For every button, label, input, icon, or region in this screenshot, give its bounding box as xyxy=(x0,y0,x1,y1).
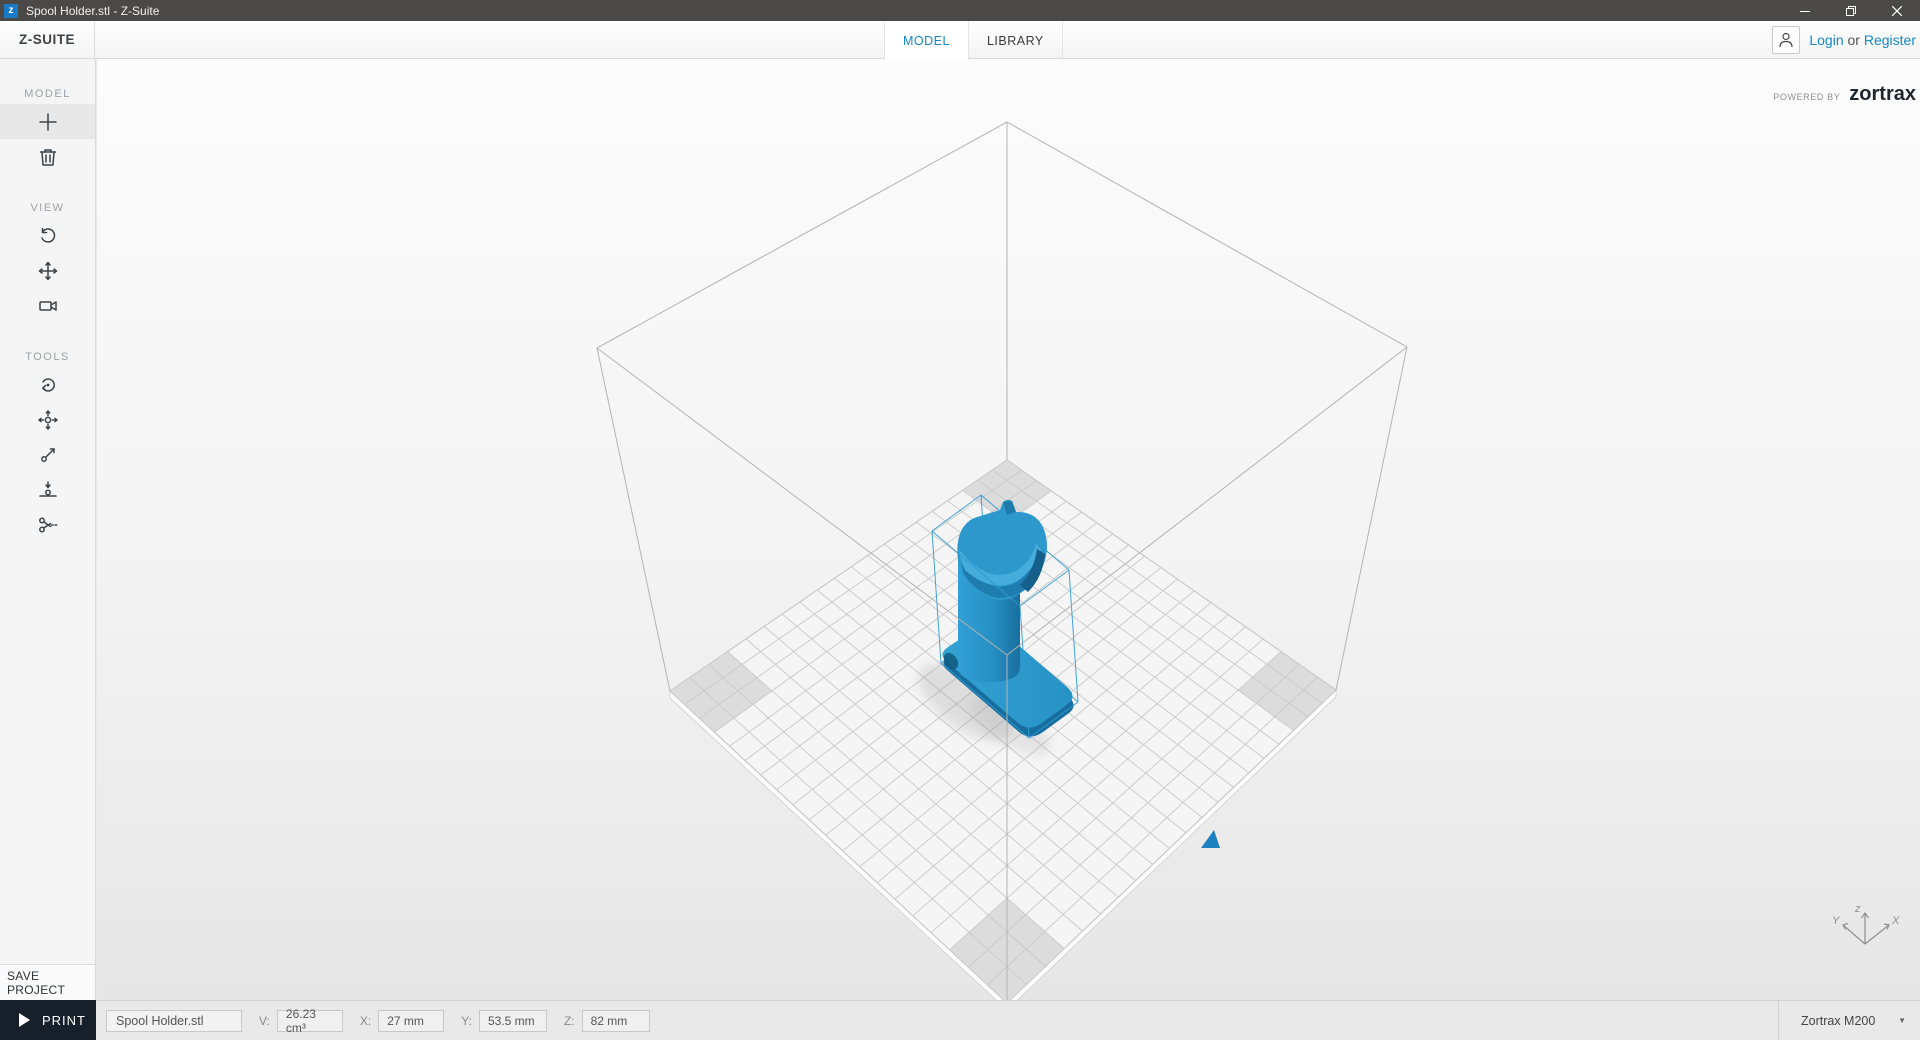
pan-icon xyxy=(36,259,60,283)
tab-model[interactable]: MODEL xyxy=(884,21,968,60)
trash-icon xyxy=(37,146,59,168)
play-icon xyxy=(19,1013,30,1027)
rotate-tool-icon xyxy=(36,373,60,397)
axis-z-label: z xyxy=(1854,903,1861,915)
section-label-tools: TOOLS xyxy=(0,351,95,367)
app-logo-text: Z-SUITE xyxy=(19,32,75,47)
window-title: Spool Holder.stl - Z-Suite xyxy=(26,4,159,18)
axis-indicator: Y z X xyxy=(1832,903,1900,944)
cut-tool-icon xyxy=(36,513,60,537)
section-label-model: MODEL xyxy=(0,88,95,104)
delete-model-button[interactable] xyxy=(0,139,95,174)
login-register: Login or Register xyxy=(1809,32,1916,48)
restore-icon xyxy=(1845,5,1857,17)
scale-tool-icon xyxy=(36,443,60,467)
add-model-button[interactable] xyxy=(0,104,95,139)
main-tabs: MODEL LIBRARY xyxy=(884,21,1063,59)
place-tool-icon xyxy=(36,478,60,502)
scale-tool-button[interactable] xyxy=(0,437,95,472)
close-icon xyxy=(1892,6,1902,16)
place-on-platform-button[interactable] xyxy=(0,472,95,507)
window-titlebar: z Spool Holder.stl - Z-Suite xyxy=(0,0,1920,21)
printer-select[interactable]: Zortrax M200 ▼ xyxy=(1778,1001,1920,1040)
axis-x-label: X xyxy=(1891,915,1900,927)
or-label: or xyxy=(1848,32,1860,48)
cut-tool-button[interactable] xyxy=(0,507,95,542)
y-dim-value: 53.5 mm xyxy=(479,1010,547,1032)
app-icon: z xyxy=(4,4,18,18)
volume-value: 26.23 cm³ xyxy=(277,1010,343,1032)
y-dim-label: Y: xyxy=(461,1014,472,1028)
account-button[interactable] xyxy=(1772,26,1800,54)
print-label: PRINT xyxy=(42,1013,86,1028)
filename-input[interactable] xyxy=(106,1010,242,1032)
status-bar: V: 26.23 cm³ X: 27 mm Y: 53.5 mm Z: 82 m… xyxy=(96,1000,1920,1040)
axis-y-label: Y xyxy=(1832,915,1840,927)
register-link[interactable]: Register xyxy=(1864,32,1916,48)
minimize-icon xyxy=(1800,6,1810,16)
section-label-view: VIEW xyxy=(0,202,95,218)
header: Z-SUITE MODEL LIBRARY Login or Register xyxy=(0,21,1920,59)
move-tool-icon xyxy=(36,408,60,432)
restore-button[interactable] xyxy=(1828,0,1874,21)
print-button[interactable]: PRINT xyxy=(0,1000,96,1040)
chevron-down-icon: ▼ xyxy=(1898,1016,1906,1025)
camera-view-button[interactable] xyxy=(0,288,95,323)
close-button[interactable] xyxy=(1874,0,1920,21)
plus-icon xyxy=(37,111,59,133)
toolbar-sidebar: MODEL VIEW TOOLS xyxy=(0,59,96,964)
pan-view-button[interactable] xyxy=(0,253,95,288)
x-dim-value: 27 mm xyxy=(378,1010,444,1032)
printer-name: Zortrax M200 xyxy=(1801,1014,1875,1028)
save-project-button[interactable]: SAVE PROJECT xyxy=(0,964,96,1000)
z-dim-value: 82 mm xyxy=(582,1010,650,1032)
move-tool-button[interactable] xyxy=(0,402,95,437)
camera-icon xyxy=(36,294,60,318)
login-link[interactable]: Login xyxy=(1809,32,1843,48)
x-dim-label: X: xyxy=(360,1014,371,1028)
rotate-view-icon xyxy=(36,224,60,248)
app-logo: Z-SUITE xyxy=(0,21,95,58)
person-icon xyxy=(1777,31,1795,49)
rotate-tool-button[interactable] xyxy=(0,367,95,402)
minimize-button[interactable] xyxy=(1782,0,1828,21)
platform-front-marker xyxy=(1201,830,1220,848)
scene-canvas[interactable]: Y z X xyxy=(97,59,1920,1000)
rotate-view-button[interactable] xyxy=(0,218,95,253)
volume-label: V: xyxy=(259,1014,270,1028)
z-dim-label: Z: xyxy=(564,1014,575,1028)
viewport-3d[interactable]: POWERED BY zortrax xyxy=(97,59,1920,1000)
tab-library[interactable]: LIBRARY xyxy=(968,21,1063,60)
